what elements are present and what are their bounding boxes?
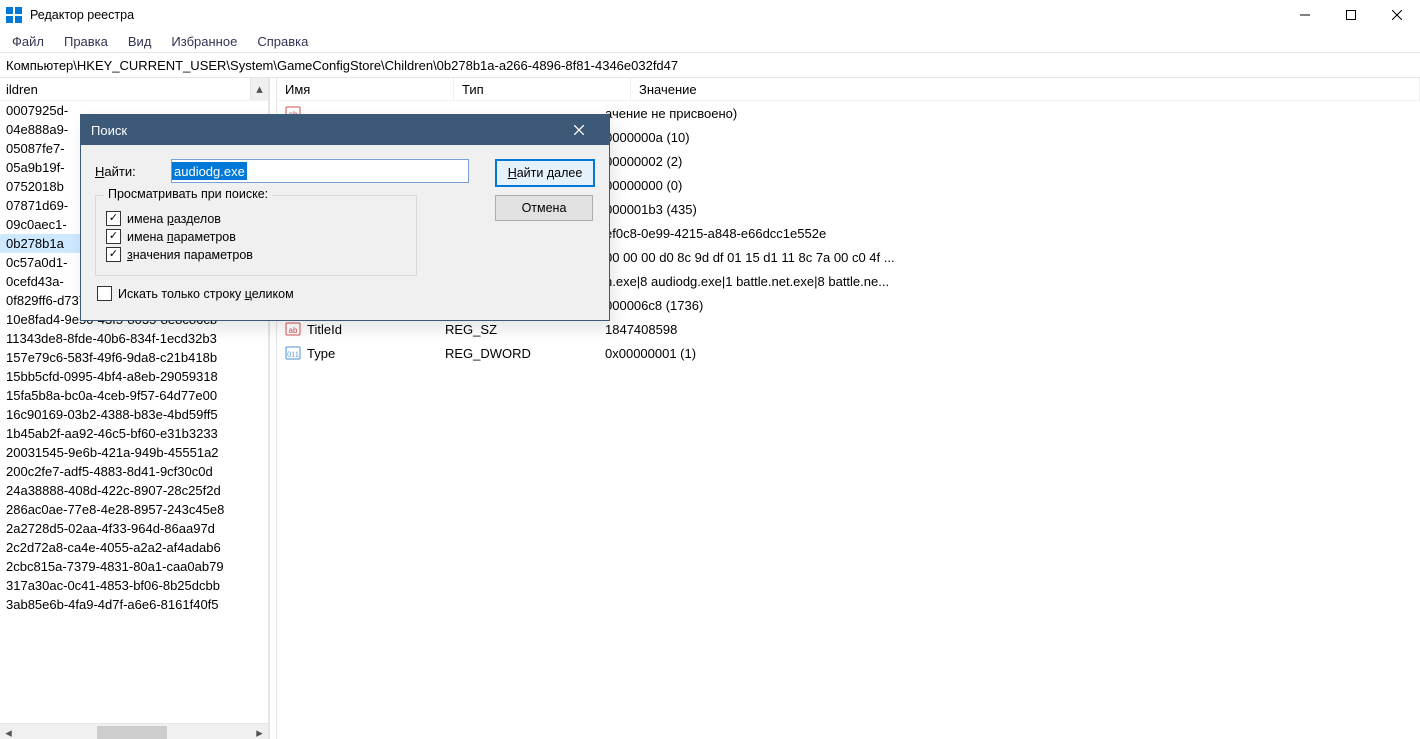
menubar: Файл Правка Вид Избранное Справка xyxy=(0,30,1420,52)
tree-item[interactable]: 15bb5cfd-0995-4bf4-a8eb-29059318 xyxy=(0,367,268,386)
col-type[interactable]: Тип xyxy=(454,78,631,100)
menu-help[interactable]: Справка xyxy=(247,32,318,51)
value-name: TitleId xyxy=(307,322,342,337)
group-legend: Просматривать при поиске: xyxy=(104,187,272,201)
tree-item[interactable]: 157e79c6-583f-49f6-9da8-c21b418b xyxy=(0,348,268,367)
tree-item[interactable]: 2cbc815a-7379-4831-80a1-caa0ab79 xyxy=(0,557,268,576)
window-title: Редактор реестра xyxy=(30,8,1282,22)
dialog-title: Поиск xyxy=(91,123,559,138)
look-at-group: Просматривать при поиске: ✓имена раздело… xyxy=(95,195,417,276)
tree-vscroll-up[interactable]: ▴ xyxy=(250,78,268,100)
tree-item[interactable]: 2a2728d5-02aa-4f33-964d-86aa97d xyxy=(0,519,268,538)
value-data: n.exe|8 audiodg.exe|1 battle.net.exe|8 b… xyxy=(605,274,1420,289)
minimize-button[interactable] xyxy=(1282,0,1328,30)
value-name: Type xyxy=(307,346,335,361)
window-titlebar: Редактор реестра xyxy=(0,0,1420,30)
value-type: REG_DWORD xyxy=(445,346,605,361)
value-data: 000001b3 (435) xyxy=(605,202,1420,217)
find-label: Найти: xyxy=(95,164,159,179)
find-input[interactable]: audiodg.exe xyxy=(171,159,469,183)
checkbox-whole-string[interactable]: Искать только строку целиком xyxy=(97,286,469,301)
col-value[interactable]: Значение xyxy=(631,78,1420,100)
cancel-button[interactable]: Отмена xyxy=(495,195,593,221)
tree-item[interactable]: 317a30ac-0c41-4853-bf06-8b25dcbb xyxy=(0,576,268,595)
value-row[interactable]: 011 Type REG_DWORD0x00000001 (1) xyxy=(277,341,1420,365)
value-data: 0x00000001 (1) xyxy=(605,346,1420,361)
dialog-close-button[interactable] xyxy=(559,115,599,145)
value-data: 00 00 00 d0 8c 9d df 01 15 d1 11 8c 7a 0… xyxy=(605,250,1420,265)
value-data: 00000002 (2) xyxy=(605,154,1420,169)
menu-edit[interactable]: Правка xyxy=(54,32,118,51)
svg-text:011: 011 xyxy=(287,350,299,359)
value-type-icon: 011 xyxy=(285,345,301,361)
tree-item[interactable]: 1b45ab2f-aa92-46c5-bf60-e31b3233 xyxy=(0,424,268,443)
value-data: 00000000 (0) xyxy=(605,178,1420,193)
tree-item[interactable]: 3ab85e6b-4fa9-4d7f-a6e6-8161f40f5 xyxy=(0,595,268,614)
address-bar[interactable]: Компьютер\HKEY_CURRENT_USER\System\GameC… xyxy=(0,52,1420,78)
value-data: 0000000a (10) xyxy=(605,130,1420,145)
tree-item[interactable]: 15fa5b8a-bc0a-4ceb-9f57-64d77e00 xyxy=(0,386,268,405)
tree-item[interactable]: 11343de8-8fde-40b6-834f-1ecd32b3 xyxy=(0,329,268,348)
scroll-left-icon[interactable]: ◂ xyxy=(0,724,17,739)
values-header: Имя Тип Значение xyxy=(277,78,1420,101)
tree-item[interactable]: 16c90169-03b2-4388-b83e-4bd59ff5 xyxy=(0,405,268,424)
tree-header[interactable]: ildren xyxy=(0,78,268,101)
checkbox-keys[interactable]: ✓имена разделов xyxy=(106,211,406,226)
value-type-icon: ab xyxy=(285,321,301,337)
scroll-right-icon[interactable]: ▸ xyxy=(251,724,268,739)
col-name[interactable]: Имя xyxy=(277,78,454,100)
value-type: REG_SZ xyxy=(445,322,605,337)
tree-item[interactable]: 20031545-9e6b-421a-949b-45551a2 xyxy=(0,443,268,462)
menu-favorites[interactable]: Избранное xyxy=(161,32,247,51)
find-input-value: audiodg.exe xyxy=(172,162,247,180)
tree-item[interactable]: 2c2d72a8-ca4e-4055-a2a2-af4adab6 xyxy=(0,538,268,557)
value-data: 000006c8 (1736) xyxy=(605,298,1420,313)
menu-view[interactable]: Вид xyxy=(118,32,162,51)
menu-file[interactable]: Файл xyxy=(2,32,54,51)
dialog-titlebar[interactable]: Поиск xyxy=(81,115,609,145)
tree-item[interactable]: 286ac0ae-77e8-4e28-8957-243c45e8 xyxy=(0,500,268,519)
value-data: 1847408598 xyxy=(605,322,1420,337)
app-icon xyxy=(6,7,22,23)
checkbox-data[interactable]: ✓значения параметров xyxy=(106,247,406,262)
tree-hscrollbar[interactable]: ◂ ▸ xyxy=(0,723,268,739)
value-data: ачение не присвоено) xyxy=(605,106,1420,121)
hscroll-thumb[interactable] xyxy=(97,726,167,739)
address-text: Компьютер\HKEY_CURRENT_USER\System\GameC… xyxy=(6,58,678,73)
maximize-button[interactable] xyxy=(1328,0,1374,30)
value-data: ef0c8-0e99-4215-a848-e66dcc1e552e xyxy=(605,226,1420,241)
tree-item[interactable]: 24a38888-408d-422c-8907-28c25f2d xyxy=(0,481,268,500)
find-dialog: Поиск Найти: audiodg.exe Просматривать п… xyxy=(80,114,610,321)
checkbox-values[interactable]: ✓имена параметров xyxy=(106,229,406,244)
tree-item[interactable]: 200c2fe7-adf5-4883-8d41-9cf30c0d xyxy=(0,462,268,481)
find-next-button[interactable]: Найти далее xyxy=(495,159,595,187)
svg-text:ab: ab xyxy=(289,326,298,335)
close-button[interactable] xyxy=(1374,0,1420,30)
